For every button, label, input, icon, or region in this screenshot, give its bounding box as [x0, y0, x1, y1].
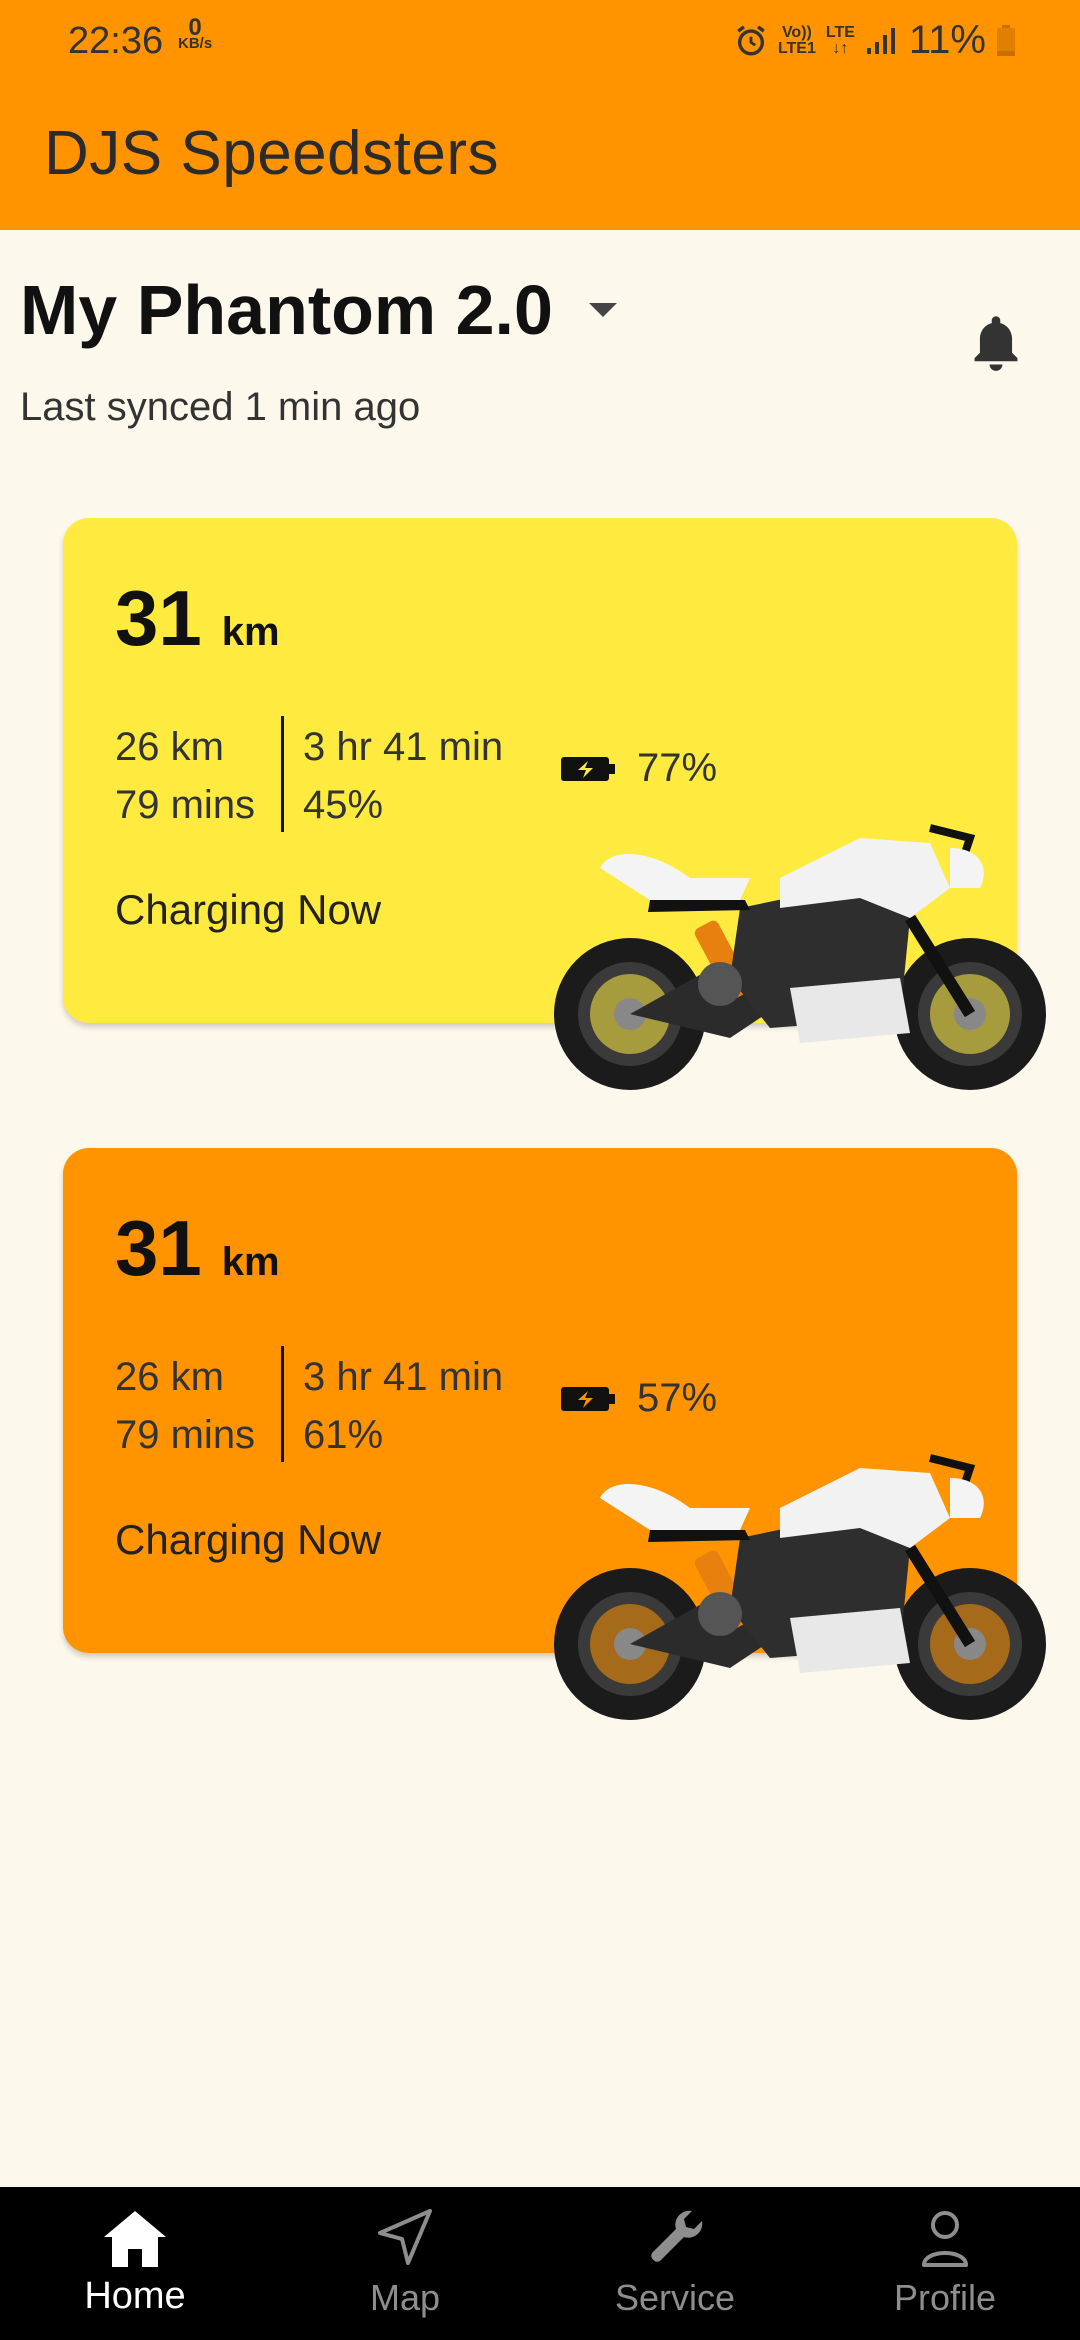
battery-icon — [997, 24, 1015, 56]
vehicle-name: My Phantom 2.0 — [20, 271, 553, 349]
duration-value: 79 mins — [115, 783, 256, 827]
volte-indicator: Vo)) LTE1 — [777, 23, 816, 57]
network-speed-value: 0 — [188, 14, 202, 41]
nav-map[interactable]: Map — [270, 2187, 540, 2340]
signal-icon — [866, 27, 895, 54]
bottom-navigation: Home Map Service Profile — [0, 2187, 1080, 2340]
battery-charge-percent: 77% — [637, 746, 718, 790]
bell-icon[interactable] — [970, 312, 1022, 372]
vehicle-selector[interactable]: My Phantom 2.0 — [20, 270, 617, 350]
battery-status: 57% — [561, 1376, 717, 1421]
nav-profile-label: Profile — [893, 2277, 997, 2318]
secondary-percent: 61% — [303, 1413, 384, 1457]
data-arrows-icon: ↓↑ — [832, 39, 849, 57]
charging-status: Charging Now — [115, 886, 382, 933]
distance-value: 26 km — [115, 725, 224, 769]
trip-stats: 26 km 79 mins — [115, 718, 255, 834]
nav-home-label: Home — [84, 2275, 186, 2317]
charge-stats: 3 hr 41 min 45% — [303, 718, 503, 834]
range-value: 31 — [115, 1204, 202, 1292]
motorcycle-image — [554, 1454, 1046, 1720]
range-unit: km — [221, 610, 280, 654]
stats-divider — [281, 1346, 284, 1462]
status-icons: Vo)) LTE1 LTE ↓↑ 11% — [734, 18, 1016, 63]
nav-service[interactable]: Service — [540, 2187, 810, 2340]
dropdown-arrow-icon[interactable] — [588, 303, 617, 317]
battery-charging-icon — [561, 756, 615, 781]
charging-status: Charging Now — [115, 1516, 382, 1563]
person-icon — [922, 2211, 968, 2267]
wrench-icon — [651, 2210, 703, 2262]
range-unit: km — [221, 1240, 280, 1284]
lte-indicator: LTE ↓↑ — [825, 23, 855, 57]
range-display: 31 km — [115, 573, 280, 664]
app-bar: 22:36 0 KB/s Vo)) LTE1 LTE ↓↑ 11% DJS Sp… — [0, 0, 1080, 230]
battery-charge-percent: 57% — [637, 1376, 718, 1420]
status-time: 22:36 — [68, 20, 164, 62]
navigation-icon — [378, 2209, 432, 2265]
alarm-icon — [737, 24, 765, 55]
range-value: 31 — [115, 574, 202, 662]
app-title: DJS Speedsters — [44, 119, 499, 188]
battery-charging-icon — [561, 1386, 615, 1411]
nav-home[interactable]: Home — [0, 2187, 270, 2340]
nav-profile[interactable]: Profile — [810, 2187, 1080, 2340]
battery-percent: 11% — [908, 18, 986, 62]
stats-divider — [281, 716, 284, 832]
nav-map-label: Map — [369, 2277, 441, 2318]
range-display: 31 km — [115, 1203, 280, 1294]
volte-top-label: Vo)) — [781, 23, 812, 41]
status-bar: 22:36 0 KB/s Vo)) LTE1 LTE ↓↑ 11% — [0, 0, 1080, 85]
network-speed: 0 KB/s — [178, 14, 213, 52]
nav-service-label: Service — [614, 2277, 736, 2318]
volte-bottom-label: LTE1 — [777, 39, 816, 57]
lte-label: LTE — [825, 23, 855, 41]
time-remaining: 3 hr 41 min — [303, 1355, 504, 1399]
charge-stats: 3 hr 41 min 61% — [303, 1348, 503, 1464]
trip-stats: 26 km 79 mins — [115, 1348, 255, 1464]
motorcycle-image — [554, 824, 1046, 1090]
distance-value: 26 km — [115, 1355, 224, 1399]
time-remaining: 3 hr 41 min — [303, 725, 504, 769]
duration-value: 79 mins — [115, 1413, 256, 1457]
network-speed-unit: KB/s — [178, 35, 213, 52]
last-synced-text: Last synced 1 min ago — [20, 385, 421, 429]
battery-status: 77% — [561, 746, 717, 791]
home-icon — [104, 2211, 166, 2267]
secondary-percent: 45% — [303, 783, 384, 827]
